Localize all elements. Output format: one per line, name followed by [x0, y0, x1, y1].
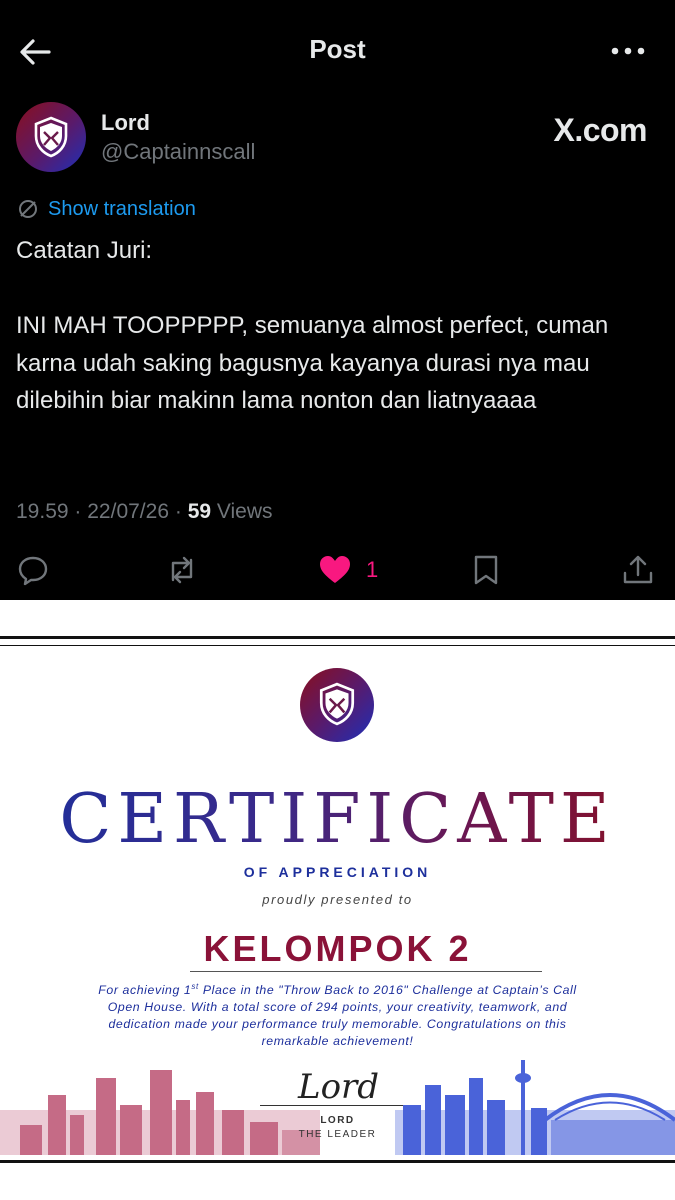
presented-to-text: proudly presented to [262, 892, 413, 907]
show-translation-label: Show translation [48, 197, 196, 220]
border-line [0, 645, 675, 646]
certificate-title: CERTIFICATE [0, 780, 675, 859]
name-underline [190, 971, 542, 972]
tweet-text: Catatan Juri: INI MAH TOOPPPPP, semuanya… [16, 237, 609, 414]
translate-icon [19, 200, 37, 218]
city-skyline-right [395, 1060, 675, 1155]
border-line [0, 1160, 675, 1163]
action-bar: 1 [0, 550, 675, 590]
meta-separator: · [74, 500, 82, 523]
views-label: Views [216, 500, 273, 523]
tweet-time: 19.59 [16, 500, 69, 523]
more-horizontal-icon [611, 47, 645, 55]
body-text-start: For achieving 1 [98, 983, 192, 998]
shield-crest-icon [319, 682, 355, 726]
certificate-subtitle: OF APPRECIATION [243, 864, 432, 880]
certificate-body: For achieving 1st Place in the "Throw Ba… [92, 978, 583, 1050]
ordinal-suffix: st [191, 982, 199, 991]
share-button[interactable] [621, 550, 655, 590]
city-skyline-left [0, 1070, 320, 1155]
avatar[interactable] [16, 102, 86, 172]
bookmark-icon [474, 555, 498, 585]
reply-button[interactable] [16, 550, 50, 590]
signature-line [260, 1105, 415, 1106]
show-translation-link[interactable]: Show translation [16, 196, 196, 222]
like-button[interactable]: 1 [318, 550, 378, 590]
tweet-meta: 19.59 · 22/07/26 · 59 Views [16, 500, 273, 524]
signer-role: THE LEADER [298, 1129, 377, 1140]
author-name[interactable]: Lord [101, 110, 150, 136]
share-icon [623, 555, 653, 584]
meta-separator: · [174, 500, 182, 523]
shield-crest-icon [34, 116, 68, 158]
post-panel: Post Lord @Captainnscall X.com Show tran… [0, 0, 675, 600]
repost-button[interactable] [165, 550, 199, 590]
repost-icon [171, 556, 193, 584]
heart-icon [320, 556, 350, 583]
page-title: Post [309, 34, 366, 64]
like-count: 1 [366, 557, 379, 582]
views-count: 59 [187, 500, 212, 523]
certificate-logo [300, 668, 374, 742]
tweet-date: 22/07/26 [87, 500, 169, 523]
top-bar: Post [0, 0, 675, 100]
reply-icon [18, 556, 48, 586]
recipient-name: KELOMPOK 2 [203, 928, 472, 969]
border-line [0, 636, 675, 639]
brand-watermark: X.com [553, 112, 647, 148]
certificate-image[interactable]: CERTIFICATE OF APPRECIATION proudly pres… [0, 600, 675, 1200]
bookmark-button[interactable] [469, 550, 503, 590]
more-button[interactable] [611, 44, 645, 58]
signature-text: Lord [297, 1067, 379, 1107]
signature: Lord [297, 1067, 379, 1107]
author-handle[interactable]: @Captainnscall [101, 139, 255, 165]
signer-name: LORD [320, 1115, 355, 1126]
